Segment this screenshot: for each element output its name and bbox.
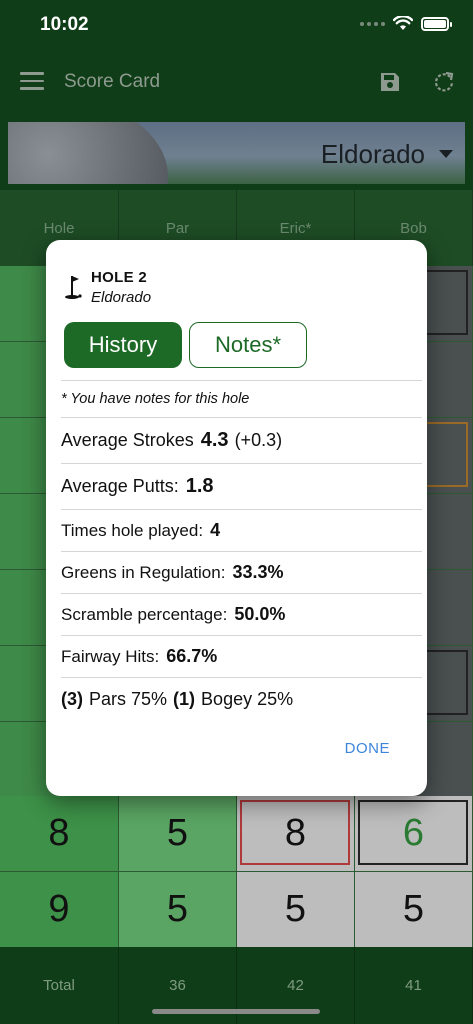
fairway-row: Fairway Hits: 66.7%	[61, 635, 422, 677]
home-indicator[interactable]	[152, 1009, 320, 1014]
par-cell: 5	[119, 796, 237, 872]
notes-hint-row: * You have notes for this hole	[61, 380, 422, 417]
pars-count: (3)	[61, 689, 83, 709]
bogey-text: Bogey 25%	[201, 689, 294, 709]
avg-putts-label: Average Putts:	[61, 476, 179, 496]
avg-strokes-delta: (+0.3)	[234, 430, 283, 450]
golf-flag-icon	[65, 276, 82, 299]
gir-label: Greens in Regulation:	[61, 562, 226, 582]
dialog-hole-title: HOLE 2	[91, 269, 147, 286]
par-cell: 5	[119, 872, 237, 948]
tab-notes[interactable]: Notes*	[189, 322, 307, 368]
battery-icon	[421, 16, 452, 31]
chevron-down-icon	[439, 150, 453, 158]
bogey-count: (1)	[173, 689, 196, 709]
app-title: Score Card	[64, 71, 161, 92]
tab-history[interactable]: History	[64, 322, 182, 368]
times-played-label: Times hole played:	[61, 520, 204, 540]
scramble-row: Scramble percentage: 50.0%	[61, 593, 422, 635]
scramble-value: 50.0%	[234, 604, 286, 624]
times-played-row: Times hole played: 4	[61, 509, 422, 551]
gir-row: Greens in Regulation: 33.3%	[61, 551, 422, 593]
done-button[interactable]: DONE	[345, 740, 390, 757]
status-icons	[360, 16, 452, 31]
fairway-label: Fairway Hits:	[61, 646, 160, 666]
score-cell-eric[interactable]: 5	[237, 872, 355, 948]
score-value: 6	[402, 812, 425, 854]
results-row: (3) Pars 75% (1) Bogey 25%	[61, 677, 422, 721]
total-label: Total	[0, 947, 119, 1024]
wifi-icon	[393, 16, 413, 30]
save-icon[interactable]	[378, 70, 402, 94]
dialog-course-name: Eldorado	[91, 289, 152, 306]
refresh-icon[interactable]	[432, 70, 456, 94]
hole-cell[interactable]: 8	[0, 796, 119, 872]
score-value: 8	[284, 812, 307, 854]
signal-icon	[360, 21, 385, 26]
avg-strokes-row: Average Strokes 4.3 (+0.3)	[61, 417, 422, 463]
score-cell-bob[interactable]: 5	[355, 872, 473, 948]
course-selector-label: Eldorado	[320, 139, 425, 169]
scramble-label: Scramble percentage:	[61, 604, 228, 624]
avg-strokes-label: Average Strokes	[61, 430, 194, 450]
notes-hint: * You have notes for this hole	[61, 391, 250, 407]
hole-history-dialog: HOLE 2 Eldorado History Notes* * You hav…	[46, 240, 427, 796]
pars-text: Pars 75%	[89, 689, 168, 709]
total-bob: 41	[355, 947, 473, 1024]
avg-putts-value: 1.8	[185, 475, 214, 497]
score-cell-eric[interactable]: 8	[237, 796, 355, 872]
status-bar: 10:02	[0, 0, 473, 52]
menu-icon[interactable]	[20, 72, 44, 92]
status-time: 10:02	[40, 14, 89, 35]
score-cell-bob[interactable]: 6	[355, 796, 473, 872]
golf-ball-image	[8, 122, 168, 184]
times-played-value: 4	[210, 520, 221, 540]
hole-cell[interactable]: 9	[0, 872, 119, 948]
fairway-value: 66.7%	[166, 646, 218, 666]
gir-value: 33.3%	[232, 562, 284, 582]
app-bar: Score Card	[0, 52, 473, 114]
avg-putts-row: Average Putts: 1.8	[61, 463, 422, 509]
course-banner[interactable]: Eldorado	[8, 122, 465, 184]
avg-strokes-value: 4.3	[200, 429, 229, 451]
